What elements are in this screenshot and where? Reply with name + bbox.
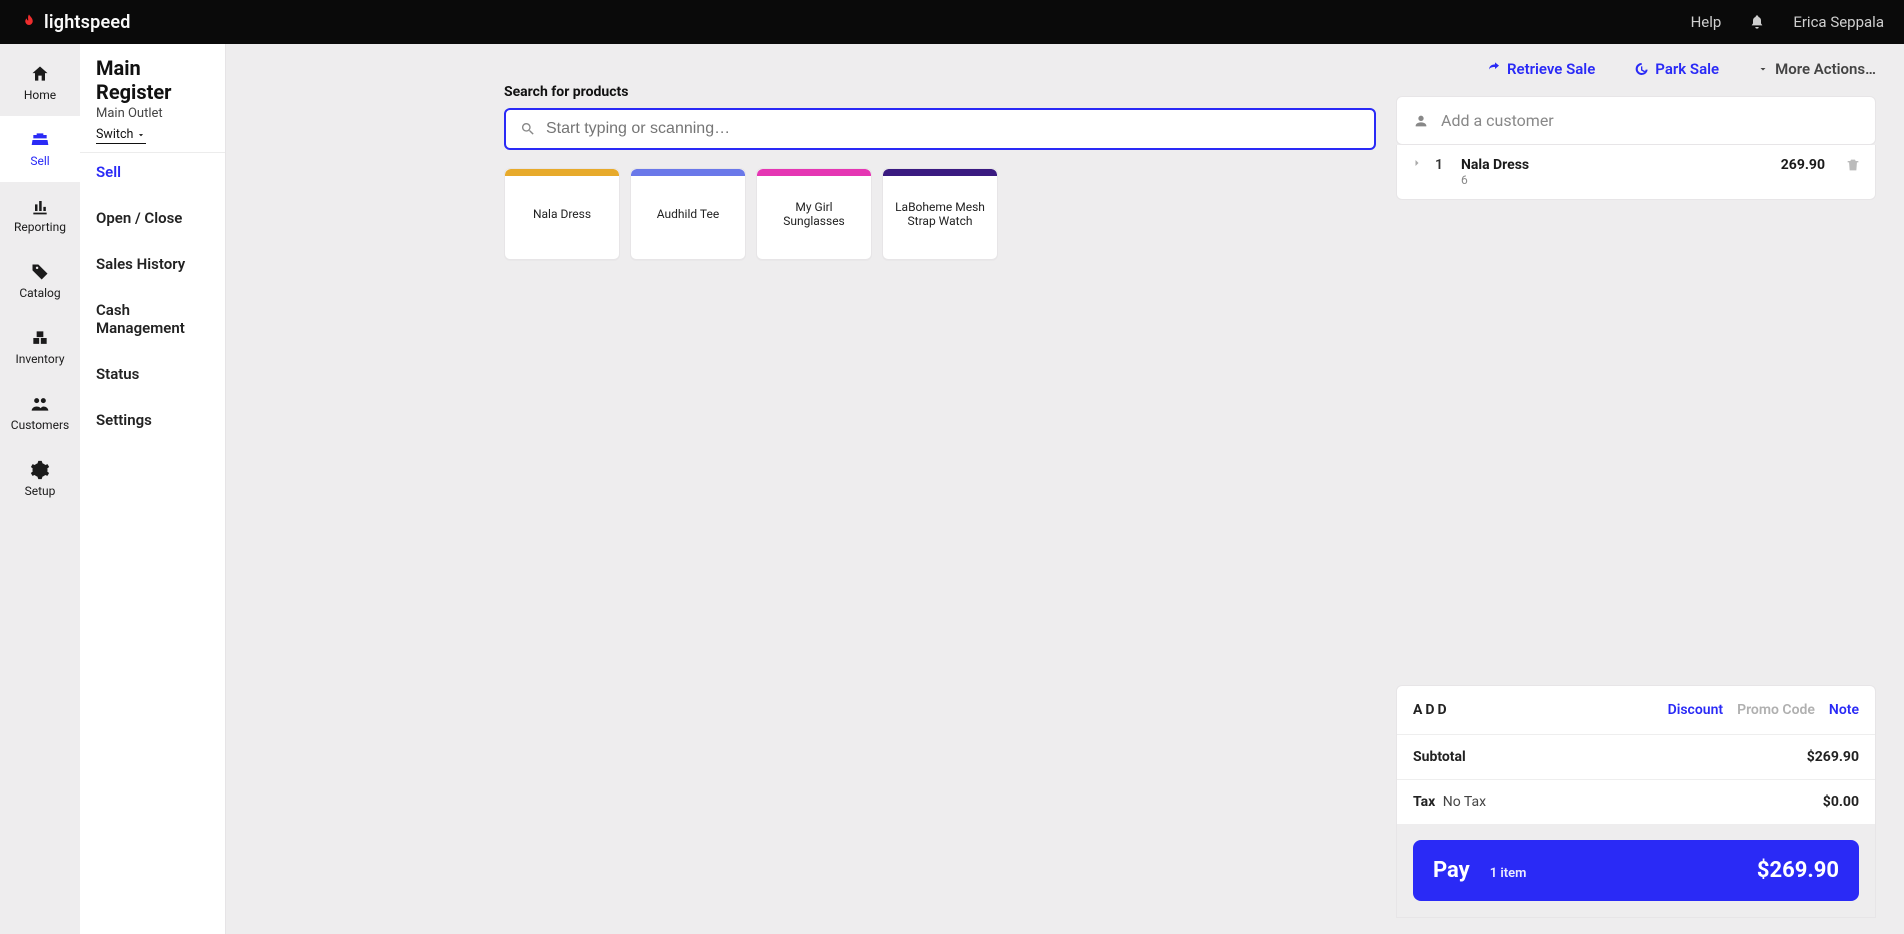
rail-item-reporting[interactable]: Reporting bbox=[0, 182, 80, 248]
quick-key[interactable]: Audhild Tee bbox=[630, 168, 746, 260]
register-icon bbox=[30, 130, 50, 150]
tax-name: No Tax bbox=[1443, 794, 1486, 810]
subtotal-value: $269.90 bbox=[1807, 749, 1859, 765]
sec-item-open-close[interactable]: Open / Close bbox=[96, 209, 209, 227]
home-icon bbox=[30, 64, 50, 84]
history-icon bbox=[1633, 61, 1649, 77]
quick-key[interactable]: Nala Dress bbox=[504, 168, 620, 260]
redo-icon bbox=[1485, 61, 1501, 77]
sec-item-sales-history[interactable]: Sales History bbox=[96, 255, 209, 273]
rail-item-customers[interactable]: Customers bbox=[0, 380, 80, 446]
outlet-subtitle: Main Outlet bbox=[96, 106, 209, 121]
search-icon bbox=[520, 121, 536, 137]
tax-label: Tax bbox=[1413, 794, 1435, 810]
boxes-icon bbox=[30, 328, 50, 348]
tag-icon bbox=[30, 262, 50, 282]
rail-label: Customers bbox=[11, 418, 69, 432]
people-icon bbox=[30, 394, 50, 414]
cart-lines: 1 Nala Dress 6 269.90 bbox=[1396, 145, 1876, 200]
add-label: ADD bbox=[1413, 702, 1450, 718]
discount-link[interactable]: Discount bbox=[1668, 702, 1724, 718]
pay-label: Pay bbox=[1433, 858, 1470, 883]
switch-label: Switch bbox=[96, 127, 133, 142]
rail-item-catalog[interactable]: Catalog bbox=[0, 248, 80, 314]
switch-register[interactable]: Switch bbox=[96, 127, 146, 144]
topbar: lightspeed Help Erica Seppala bbox=[0, 0, 1904, 44]
chevron-down-icon bbox=[136, 130, 146, 140]
park-label: Park Sale bbox=[1655, 60, 1719, 78]
sec-item-status[interactable]: Status bbox=[96, 365, 209, 383]
rail-item-sell[interactable]: Sell bbox=[0, 116, 80, 182]
tax-value: $0.00 bbox=[1823, 794, 1859, 810]
rail-item-home[interactable]: Home bbox=[0, 50, 80, 116]
cart-panel: Add a customer 1 Nala Dress 6 269.90 bbox=[1396, 96, 1876, 918]
rail-item-inventory[interactable]: Inventory bbox=[0, 314, 80, 380]
cart-line[interactable]: 1 Nala Dress 6 269.90 bbox=[1397, 145, 1875, 199]
quick-keys: Nala Dress Audhild Tee My Girl Sunglasse… bbox=[504, 168, 1376, 260]
help-link[interactable]: Help bbox=[1691, 13, 1722, 31]
secondary-nav: Main Register Main Outlet Switch Sell Op… bbox=[80, 44, 226, 934]
rail-label: Inventory bbox=[15, 352, 64, 366]
search-label: Search for products bbox=[504, 84, 1376, 100]
line-name: Nala Dress bbox=[1461, 157, 1771, 173]
line-price: 269.90 bbox=[1781, 157, 1825, 173]
pay-items: 1 item bbox=[1490, 866, 1527, 881]
note-link[interactable]: Note bbox=[1829, 702, 1859, 718]
more-label: More Actions… bbox=[1775, 60, 1876, 78]
more-actions[interactable]: More Actions… bbox=[1757, 60, 1876, 78]
trash-icon bbox=[1845, 157, 1861, 173]
sec-item-cash-mgmt[interactable]: Cash Management bbox=[96, 301, 209, 337]
search-input[interactable] bbox=[546, 120, 1360, 138]
rail-label: Sell bbox=[30, 154, 49, 168]
register-title: Main Register bbox=[96, 56, 209, 104]
rail-label: Catalog bbox=[19, 286, 60, 300]
retrieve-sale-action[interactable]: Retrieve Sale bbox=[1485, 60, 1595, 78]
brand-name: lightspeed bbox=[44, 12, 131, 33]
park-sale-action[interactable]: Park Sale bbox=[1633, 60, 1719, 78]
sec-item-settings[interactable]: Settings bbox=[96, 411, 209, 429]
product-search[interactable] bbox=[504, 108, 1376, 150]
chevron-right-icon bbox=[1411, 157, 1425, 173]
retrieve-label: Retrieve Sale bbox=[1507, 60, 1595, 78]
brand-logo: lightspeed bbox=[20, 12, 131, 33]
remove-line-button[interactable] bbox=[1845, 157, 1861, 177]
add-customer-label: Add a customer bbox=[1441, 111, 1554, 130]
rail-item-setup[interactable]: Setup bbox=[0, 446, 80, 512]
rail-label: Home bbox=[24, 88, 56, 102]
sec-item-sell[interactable]: Sell bbox=[96, 163, 209, 181]
flame-icon bbox=[20, 13, 38, 31]
quick-key[interactable]: My Girl Sunglasses bbox=[756, 168, 872, 260]
gear-icon bbox=[30, 460, 50, 480]
caret-down-icon bbox=[1757, 63, 1769, 75]
chart-icon bbox=[30, 196, 50, 216]
person-icon bbox=[1413, 113, 1429, 129]
rail-label: Setup bbox=[25, 484, 56, 498]
line-sub: 6 bbox=[1461, 173, 1771, 187]
rail-label: Reporting bbox=[14, 220, 66, 234]
add-customer[interactable]: Add a customer bbox=[1396, 96, 1876, 145]
notifications-icon[interactable] bbox=[1749, 14, 1765, 30]
pay-button[interactable]: Pay 1 item $269.90 bbox=[1413, 840, 1859, 901]
quick-key[interactable]: LaBoheme Mesh Strap Watch bbox=[882, 168, 998, 260]
line-qty: 1 bbox=[1435, 157, 1451, 173]
sale-actions: Retrieve Sale Park Sale More Actions… bbox=[1485, 60, 1876, 78]
subtotal-label: Subtotal bbox=[1413, 749, 1466, 765]
pay-total: $269.90 bbox=[1757, 858, 1839, 883]
promo-code-link[interactable]: Promo Code bbox=[1737, 702, 1815, 718]
primary-nav: Home Sell Reporting Catalog Inventory Cu… bbox=[0, 44, 80, 934]
user-name[interactable]: Erica Seppala bbox=[1793, 13, 1884, 31]
